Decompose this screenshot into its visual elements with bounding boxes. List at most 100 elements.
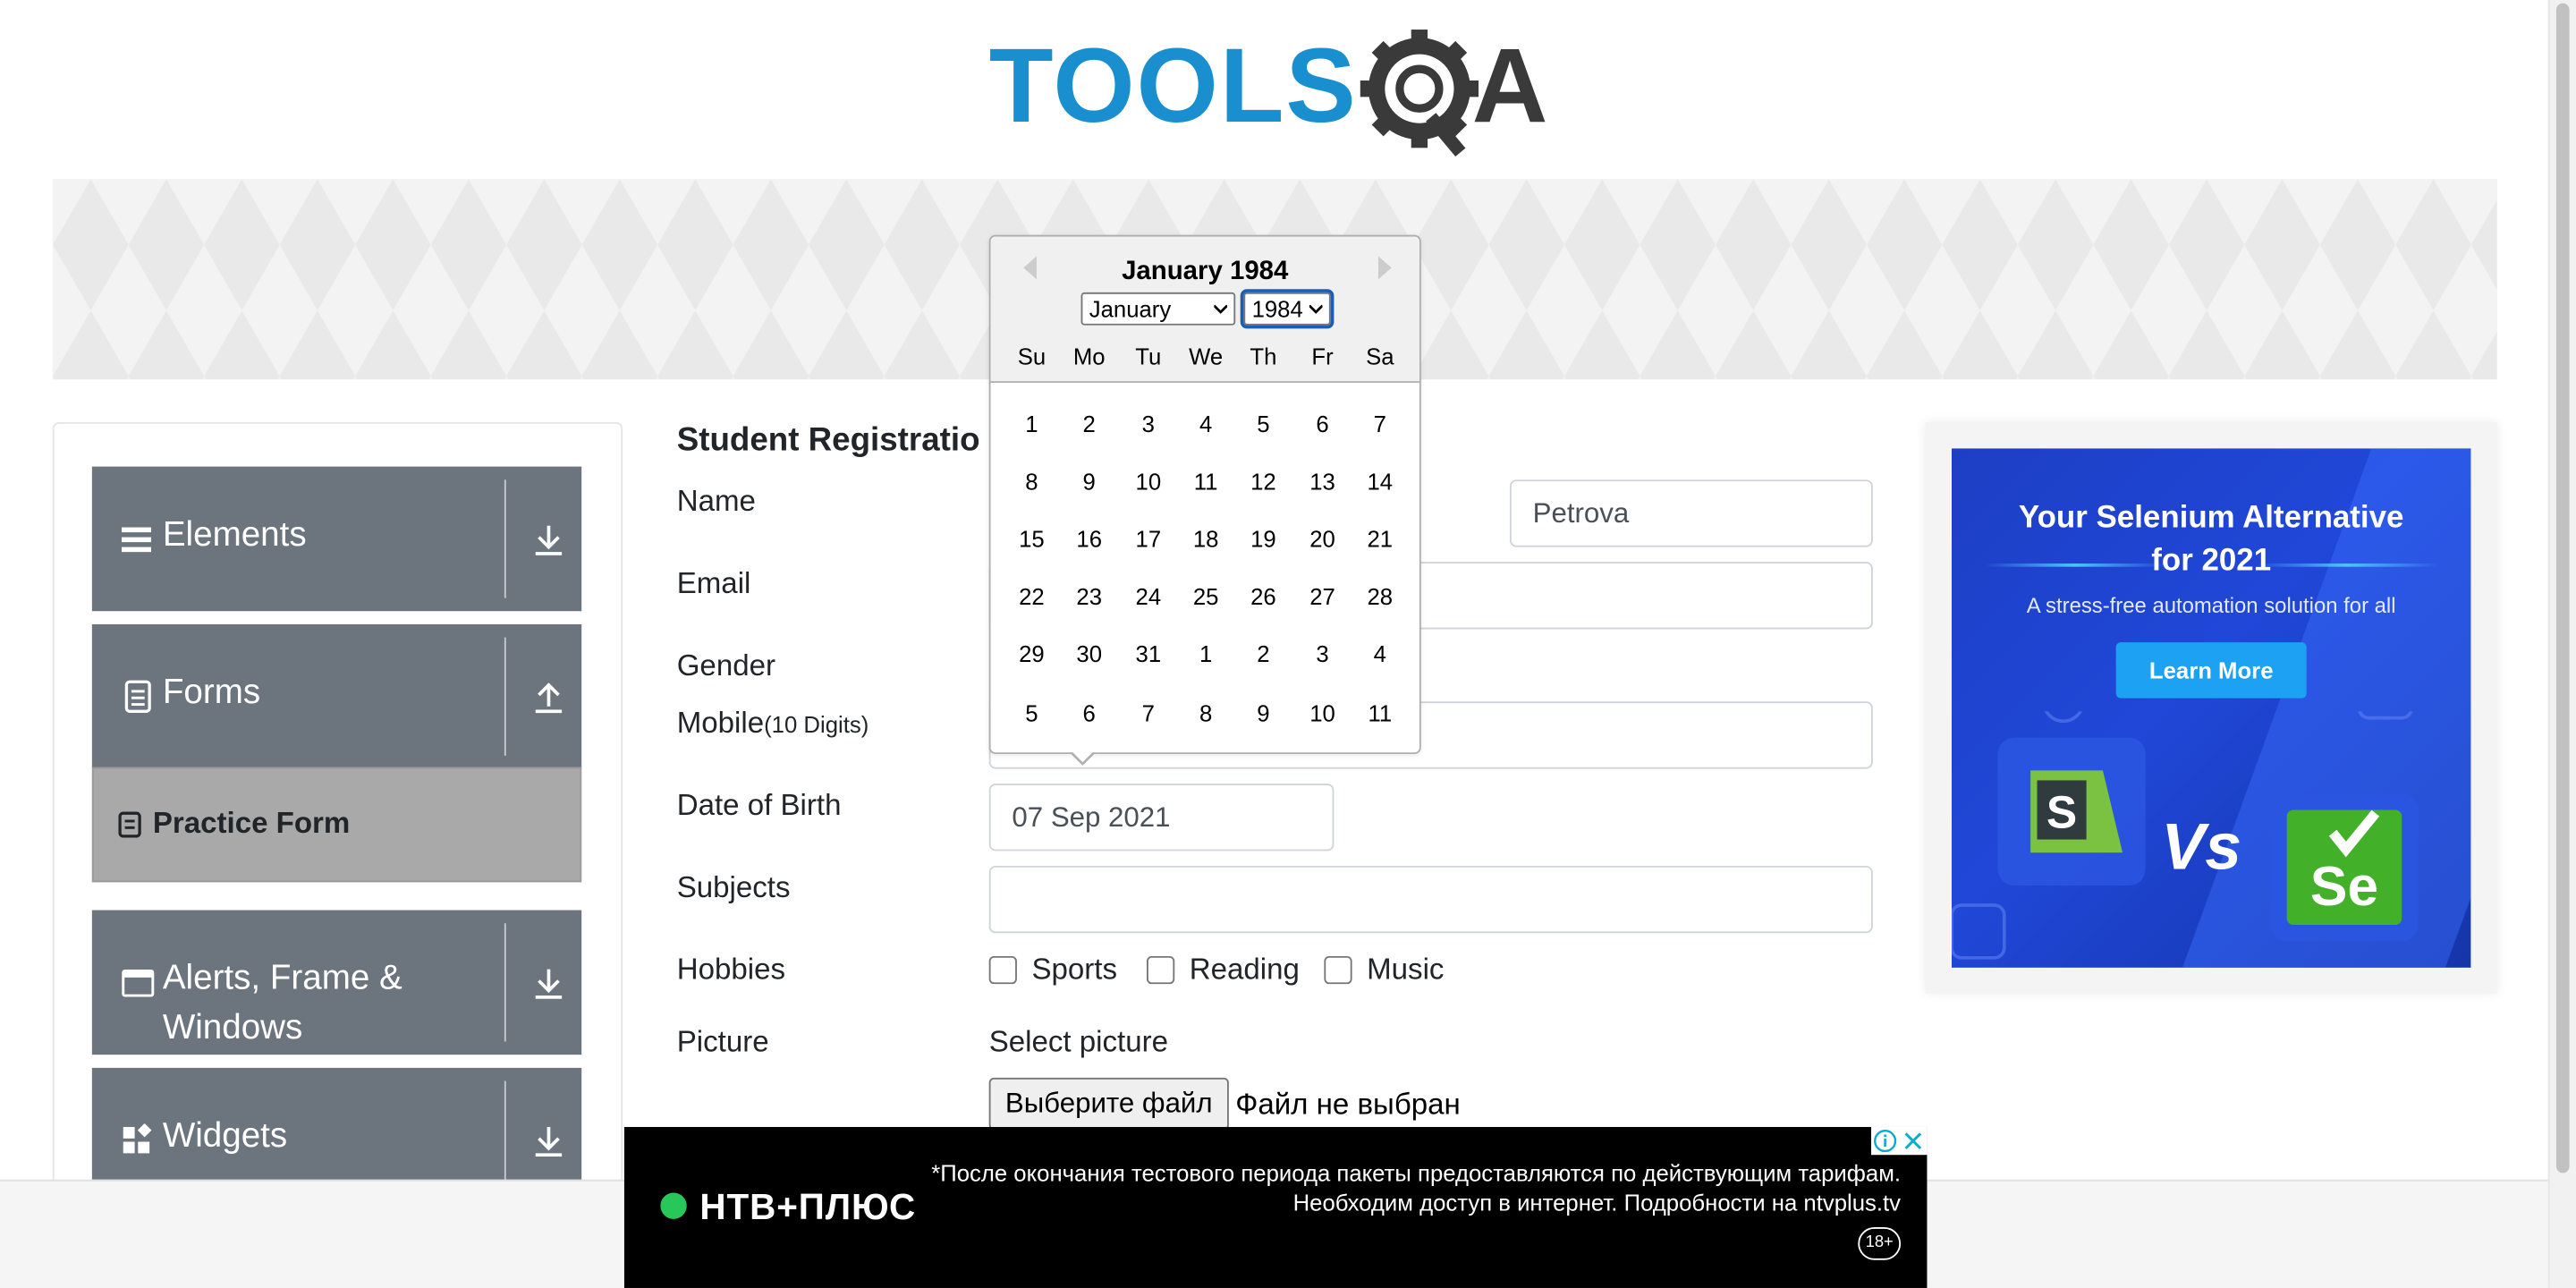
weekday-header: Fr [1311, 343, 1334, 370]
calendar-day[interactable]: 26 [1235, 573, 1291, 619]
calendar-day[interactable]: 9 [1062, 458, 1117, 504]
upload-icon[interactable] [532, 680, 565, 716]
calendar-day[interactable]: 8 [1004, 458, 1059, 504]
calendar-day[interactable]: 24 [1121, 573, 1176, 619]
ntv-logo-icon [660, 1192, 687, 1219]
calendar-day[interactable]: 7 [1352, 401, 1408, 446]
calendar-day[interactable]: 12 [1235, 458, 1291, 504]
subjects-input[interactable] [988, 865, 1873, 934]
list-icon [121, 527, 151, 553]
ad-right[interactable]: Your Selenium Alternative for 2021 A str… [1925, 422, 2497, 995]
calendar-day[interactable]: 11 [1352, 690, 1408, 735]
calendar-day[interactable]: 11 [1178, 458, 1233, 504]
sidebar-item-practice-form[interactable]: Practice Form [91, 767, 582, 883]
sidebar-group-forms[interactable]: Forms [91, 623, 582, 769]
ad-right-creative[interactable]: Your Selenium Alternative for 2021 A str… [1951, 448, 2471, 968]
learn-more-button[interactable]: Learn More [2115, 642, 2307, 699]
ad-vs: Vs [2161, 809, 2241, 884]
datepicker-current-month: January 1984 [1122, 258, 1289, 286]
datepicker-tail-inner [1071, 750, 1095, 763]
calendar-day[interactable]: 4 [1352, 631, 1408, 676]
ad-bottom[interactable]: НТВ+ПЛЮС *После окончания тестового пери… [623, 1126, 1928, 1288]
calendar-day[interactable]: 5 [1235, 401, 1291, 446]
file-status: Файл не выбран [1235, 1087, 1461, 1121]
calendar-day[interactable]: 1 [1178, 631, 1233, 676]
left-sidebar: Elements Forms Practice Form Alerts, Fra… [52, 422, 623, 1277]
calendar-day[interactable]: 28 [1352, 573, 1408, 619]
calendar-day[interactable]: 3 [1294, 631, 1350, 676]
last-name-input[interactable]: Petrova [1509, 479, 1873, 547]
hobby-reading-checkbox[interactable] [1147, 955, 1175, 985]
next-month-icon[interactable] [1377, 256, 1392, 280]
download-icon[interactable] [532, 966, 565, 1002]
vertical-scrollbar[interactable] [2547, 0, 2576, 1288]
ad-controls[interactable] [1871, 1126, 1928, 1156]
ad-illustration: S Vs Se [1951, 711, 2419, 960]
weekday-header: Th [1250, 343, 1277, 370]
info-icon[interactable] [1873, 1129, 1898, 1154]
name-label: Name [676, 484, 756, 518]
hobby-reading-label[interactable]: Reading [1190, 953, 1300, 987]
sidebar-group-alerts[interactable]: Alerts, Frame & Windows [91, 910, 582, 1055]
calendar-day[interactable]: 31 [1121, 631, 1176, 676]
hobby-sports-label[interactable]: Sports [1031, 953, 1117, 987]
ad-bottom-brand: НТВ+ПЛЮС [699, 1186, 917, 1228]
calendar-day[interactable]: 2 [1235, 631, 1291, 676]
calendar-day[interactable]: 14 [1352, 458, 1408, 504]
mobile-label-text: Mobile [676, 706, 765, 740]
calendar-day[interactable]: 10 [1121, 458, 1176, 504]
hobby-music-checkbox[interactable] [1324, 955, 1352, 985]
hobby-music-label[interactable]: Music [1367, 953, 1444, 987]
calendar-day[interactable]: 21 [1352, 516, 1408, 562]
calendar-day[interactable]: 17 [1121, 516, 1176, 562]
dob-input[interactable]: 07 Sep 2021 [988, 784, 1335, 852]
calendar-day[interactable]: 4 [1178, 401, 1233, 446]
divider [504, 479, 506, 598]
calendar-day[interactable]: 20 [1294, 516, 1350, 562]
choose-file-button[interactable]: Выберите файл [988, 1077, 1229, 1131]
calendar-day[interactable]: 9 [1235, 690, 1291, 735]
calendar-day[interactable]: 15 [1004, 516, 1059, 562]
calendar-day[interactable]: 5 [1004, 690, 1059, 735]
calendar-day[interactable]: 16 [1062, 516, 1117, 562]
calendar-day[interactable]: 10 [1294, 690, 1350, 735]
calendar-day[interactable]: 18 [1178, 516, 1233, 562]
svg-text:A: A [1472, 27, 1548, 144]
year-select[interactable]: 1984 [1240, 289, 1335, 329]
calendar-day[interactable]: 1 [1004, 401, 1059, 446]
calendar-day[interactable]: 25 [1178, 573, 1233, 619]
picture-label: Picture [676, 1025, 769, 1058]
divider [504, 637, 506, 756]
scrollbar-thumb[interactable] [2555, 3, 2570, 1174]
hobby-sports-checkbox[interactable] [988, 955, 1017, 985]
toolsqa-logo[interactable]: TOOLS A [989, 23, 1568, 165]
download-icon[interactable] [532, 522, 565, 558]
datepicker-header: January 1984 January 1984 Su Mo Tu We Th Fr Sa [990, 236, 1419, 383]
calendar-day[interactable]: 19 [1235, 516, 1291, 562]
calendar-day[interactable]: 7 [1121, 690, 1176, 735]
calendar-day[interactable]: 22 [1004, 573, 1059, 619]
calendar-day[interactable]: 29 [1004, 631, 1059, 676]
chevron-down-icon [1214, 304, 1228, 314]
age-rating-badge: 18+ [1858, 1227, 1902, 1260]
calendar-day[interactable]: 13 [1294, 458, 1350, 504]
month-select[interactable]: January [1080, 292, 1236, 326]
sidebar-group-elements[interactable]: Elements [91, 466, 582, 612]
window-icon [122, 970, 155, 997]
download-icon[interactable] [532, 1123, 565, 1159]
document-icon [124, 680, 151, 713]
calendar-day[interactable]: 3 [1121, 401, 1176, 446]
calendar-day[interactable]: 8 [1178, 690, 1233, 735]
calendar-day[interactable]: 2 [1062, 401, 1117, 446]
calendar-day[interactable]: 6 [1062, 690, 1117, 735]
subjects-label: Subjects [676, 870, 791, 904]
calendar-day[interactable]: 30 [1062, 631, 1117, 676]
calendar-day[interactable]: 27 [1294, 573, 1350, 619]
ad-bottom-text: *После окончания тестового периода пакет… [931, 1159, 1902, 1216]
close-icon[interactable] [1901, 1129, 1926, 1154]
sidebar-group-label: Elements [162, 515, 307, 554]
calendar-day[interactable]: 23 [1062, 573, 1117, 619]
sidebar-group-label: Widgets [162, 1116, 288, 1156]
calendar-day[interactable]: 6 [1294, 401, 1350, 446]
gender-label: Gender [676, 648, 776, 682]
